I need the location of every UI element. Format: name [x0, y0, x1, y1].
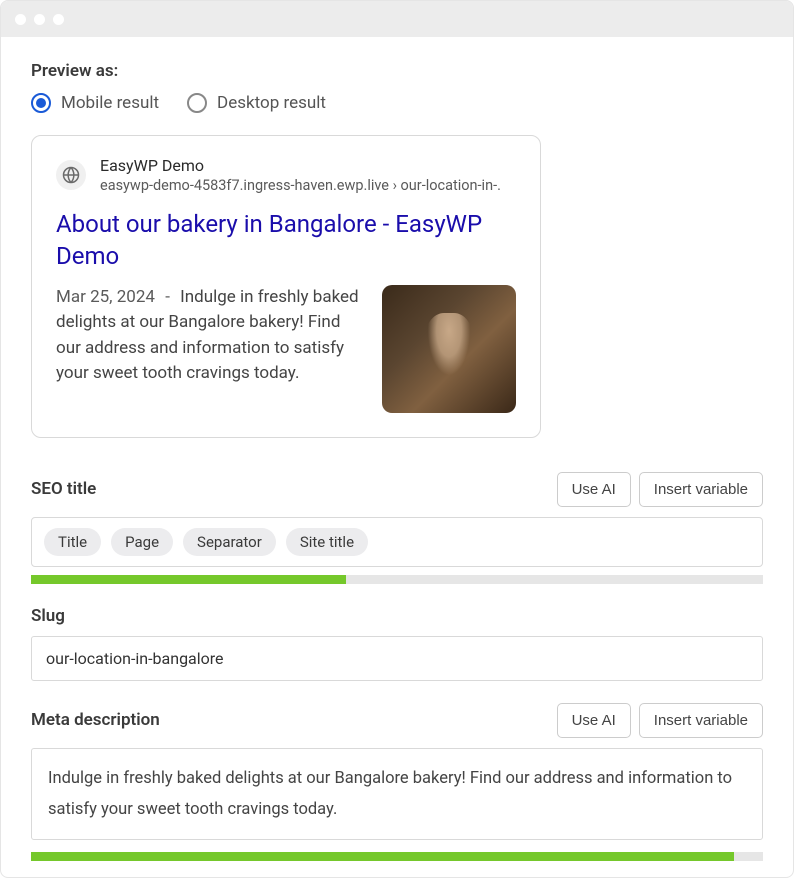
seo-title-pill[interactable]: Site title [286, 528, 368, 556]
slug-input[interactable] [31, 636, 763, 681]
seo-title-insert-variable-button[interactable]: Insert variable [639, 472, 763, 507]
window-dot-close[interactable] [15, 14, 26, 25]
window-dot-zoom[interactable] [53, 14, 64, 25]
preview-description: Mar 25, 2024 - Indulge in freshly baked … [56, 285, 362, 413]
preview-separator: - [165, 287, 170, 307]
meta-description-row: Meta description Use AI Insert variable [31, 703, 763, 738]
globe-icon [56, 160, 86, 190]
seo-title-pill[interactable]: Page [111, 528, 173, 556]
preview-as-label: Preview as: [31, 61, 763, 81]
preview-site-info: EasyWP Demo easywp-demo-4583f7.ingress-h… [100, 156, 501, 194]
seo-title-use-ai-button[interactable]: Use AI [557, 472, 631, 507]
meta-description-input[interactable] [31, 748, 763, 841]
meta-description-insert-variable-button[interactable]: Insert variable [639, 703, 763, 738]
window-dot-minimize[interactable] [34, 14, 45, 25]
preview-body: Mar 25, 2024 - Indulge in freshly baked … [56, 285, 516, 413]
preview-title: About our bakery in Bangalore - EasyWP D… [56, 208, 516, 273]
radio-icon [31, 93, 51, 113]
meta-description-use-ai-button[interactable]: Use AI [557, 703, 631, 738]
slug-label: Slug [31, 606, 763, 626]
meta-description-label: Meta description [31, 710, 160, 730]
seo-title-pill[interactable]: Title [44, 528, 101, 556]
preview-as-radios: Mobile result Desktop result [31, 93, 763, 113]
seo-title-input[interactable]: Title Page Separator Site title [31, 517, 763, 567]
seo-title-progress-fill [31, 575, 346, 584]
radio-desktop-result[interactable]: Desktop result [187, 93, 326, 113]
search-preview-card: EasyWP Demo easywp-demo-4583f7.ingress-h… [31, 135, 541, 438]
window: Preview as: Mobile result Desktop result [0, 0, 794, 878]
preview-header: EasyWP Demo easywp-demo-4583f7.ingress-h… [56, 156, 516, 194]
preview-date: Mar 25, 2024 [56, 287, 155, 307]
preview-site-url: easywp-demo-4583f7.ingress-haven.ewp.liv… [100, 177, 501, 194]
preview-site-name: EasyWP Demo [100, 156, 501, 175]
seo-title-pill[interactable]: Separator [183, 528, 276, 556]
meta-description-progress [31, 852, 763, 861]
meta-description-progress-fill [31, 852, 734, 861]
radio-label: Desktop result [217, 93, 326, 113]
seo-title-row: SEO title Use AI Insert variable [31, 472, 763, 507]
radio-icon [187, 93, 207, 113]
seo-title-progress [31, 575, 763, 584]
radio-mobile-result[interactable]: Mobile result [31, 93, 159, 113]
seo-title-label: SEO title [31, 479, 96, 499]
seo-title-buttons: Use AI Insert variable [557, 472, 763, 507]
content-area: Preview as: Mobile result Desktop result [1, 37, 793, 877]
window-titlebar [1, 1, 793, 37]
meta-description-buttons: Use AI Insert variable [557, 703, 763, 738]
radio-label: Mobile result [61, 93, 159, 113]
preview-thumbnail [382, 285, 516, 413]
